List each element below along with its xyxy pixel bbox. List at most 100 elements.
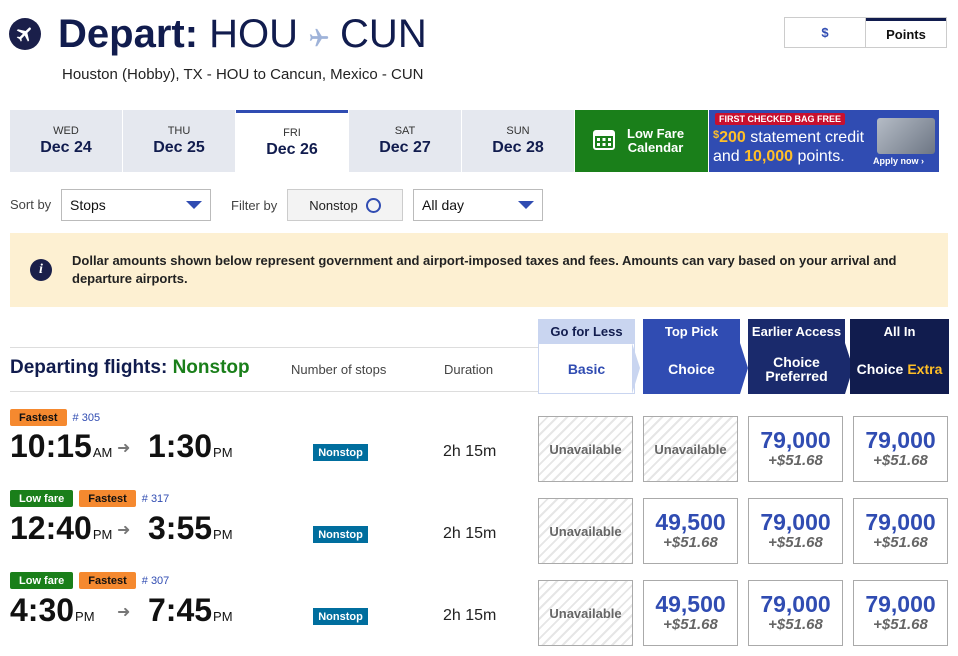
fare-cell-unavailable: Unavailable [643, 416, 738, 482]
depart-ampm: PM [75, 609, 95, 624]
fare-tag-choice-preferred: Earlier Access [748, 319, 845, 343]
fare-unavailable: Unavailable [549, 441, 622, 457]
arrive-ampm: PM [213, 527, 233, 542]
lfc-line2: Calendar [627, 140, 684, 155]
fare-cell[interactable]: 79,000 +$51.68 [748, 416, 843, 482]
fare-cell[interactable]: 79,000 +$51.68 [853, 416, 948, 482]
fare-header-choice-extra[interactable]: Choice Extra [850, 343, 949, 394]
radio-icon [365, 197, 381, 213]
nonstop-filter-label: Nonstop [309, 197, 358, 213]
fare-tag-basic: Go for Less [538, 319, 635, 343]
arrive-time: 3:55PM [148, 510, 233, 547]
fare-tax: +$51.68 [768, 616, 823, 633]
fare-cell[interactable]: 49,500 +$51.68 [643, 498, 738, 564]
stops-badge[interactable]: Nonstop [313, 526, 368, 543]
fare-cell[interactable]: 49,500 +$51.68 [643, 580, 738, 646]
fare-header-choice[interactable]: Choice [643, 343, 740, 394]
fare-tag-choice-extra: All In [850, 319, 949, 343]
low-fare-calendar-button[interactable]: Low Fare Calendar [575, 110, 708, 172]
tag-fastest: Fastest [10, 409, 67, 426]
fare-name: Choice [773, 353, 820, 370]
date-tab-dow: WED [53, 125, 79, 137]
depart-label: Depart: [58, 12, 199, 56]
date-tab-dec-28[interactable]: SUN Dec 28 [462, 110, 574, 172]
date-tab-dec-26[interactable]: FRI Dec 26 [236, 110, 348, 172]
fare-cell[interactable]: 79,000 +$51.68 [853, 580, 948, 646]
stops-badge[interactable]: Nonstop [313, 444, 368, 461]
fare-points: 49,500 [655, 591, 726, 617]
fare-points: 49,500 [655, 509, 726, 535]
arrive-ampm: PM [213, 445, 233, 460]
airplane-icon [9, 18, 41, 50]
points-option[interactable]: Points [866, 18, 946, 47]
fare-cell[interactable]: 79,000 +$51.68 [748, 498, 843, 564]
depart-time-value: 12:40 [10, 510, 92, 546]
dollar-option[interactable]: $ [785, 18, 866, 47]
depart-ampm: AM [92, 445, 113, 460]
date-tab-dec-27[interactable]: SAT Dec 27 [349, 110, 461, 172]
depart-time-value: 4:30 [10, 592, 75, 628]
fare-name: Choice [668, 360, 715, 377]
tag-fastest: Fastest [79, 572, 136, 589]
column-header-duration: Duration [444, 362, 494, 377]
divider [10, 391, 538, 392]
depart-time: 4:30PM [10, 592, 95, 629]
fare-arrow [632, 343, 640, 394]
departing-flights-title: Departing flights: Nonstop [10, 357, 250, 379]
depart-time-value: 10:15 [10, 428, 92, 464]
date-tab-date: Dec 25 [153, 139, 205, 156]
fare-header-basic[interactable]: Basic [538, 343, 635, 394]
tag-fastest: Fastest [79, 490, 136, 507]
credit-card-promo[interactable]: FIRST CHECKED BAG FREE $200 statement cr… [709, 110, 939, 172]
fare-cell-unavailable: Unavailable [538, 416, 633, 482]
date-tab-dec-24[interactable]: WED Dec 24 [10, 110, 122, 172]
date-tab-dec-25[interactable]: THU Dec 25 [123, 110, 235, 172]
stops-badge[interactable]: Nonstop [313, 608, 368, 625]
promo-badge: FIRST CHECKED BAG FREE [715, 113, 846, 125]
fare-header-choice-preferred[interactable]: Choice Preferred [748, 343, 845, 394]
low-fare-calendar-label: Low Fare Calendar [627, 127, 684, 155]
fare-tax: +$51.68 [873, 452, 928, 469]
sort-select[interactable]: Stops [61, 189, 211, 221]
divider [10, 347, 538, 348]
currency-toggle: $ Points [784, 17, 947, 48]
promo-points: 10,000 [744, 148, 794, 165]
promo-line2-post: points. [793, 148, 845, 165]
credit-card-image [877, 118, 935, 154]
fare-cell[interactable]: 79,000 +$51.68 [853, 498, 948, 564]
arrow-right-icon: ➜ [117, 440, 131, 457]
date-tab-date: Dec 27 [379, 139, 431, 156]
arrive-time: 1:30PM [148, 428, 233, 465]
info-banner-text: Dollar amounts shown below represent gov… [72, 253, 897, 286]
flight-number[interactable]: # 307 [142, 575, 170, 587]
nonstop-filter[interactable]: Nonstop [287, 189, 403, 221]
date-tab-dow: THU [167, 125, 191, 137]
depart-time: 10:15AM [10, 428, 112, 465]
info-icon: i [30, 259, 52, 281]
apply-now-link[interactable]: Apply now › [873, 156, 924, 166]
fare-tax: +$51.68 [663, 534, 718, 551]
arrive-time-value: 7:45 [148, 592, 213, 628]
date-tab-dow: SAT [394, 125, 416, 137]
fare-tag-choice: Top Pick [643, 319, 740, 343]
promo-line1: $200 statement credit [713, 129, 864, 147]
fare-tax: +$51.68 [873, 534, 928, 551]
duration: 2h 15m [443, 443, 497, 460]
fare-name-line2: Preferred [765, 367, 828, 384]
flight-tags: Fastest # 305 [10, 409, 100, 426]
fare-tax: +$51.68 [768, 534, 823, 551]
sort-label: Sort by [10, 197, 52, 212]
flight-number[interactable]: # 305 [73, 412, 101, 424]
lfc-line1: Low Fare [627, 126, 685, 141]
tag-low-fare: Low fare [10, 490, 74, 507]
fare-cell[interactable]: 79,000 +$51.68 [748, 580, 843, 646]
arrow-right-icon: ➜ [117, 522, 131, 539]
promo-line2: and 10,000 points. [713, 148, 845, 166]
chevron-down-icon [186, 201, 202, 209]
fare-unavailable: Unavailable [654, 441, 727, 457]
time-of-day-select[interactable]: All day [413, 189, 543, 221]
flight-number[interactable]: # 317 [142, 493, 170, 505]
flight-tags: Low fare Fastest # 317 [10, 490, 169, 507]
filter-label: Filter by [231, 198, 278, 213]
departing-title-filter: Nonstop [172, 357, 250, 378]
